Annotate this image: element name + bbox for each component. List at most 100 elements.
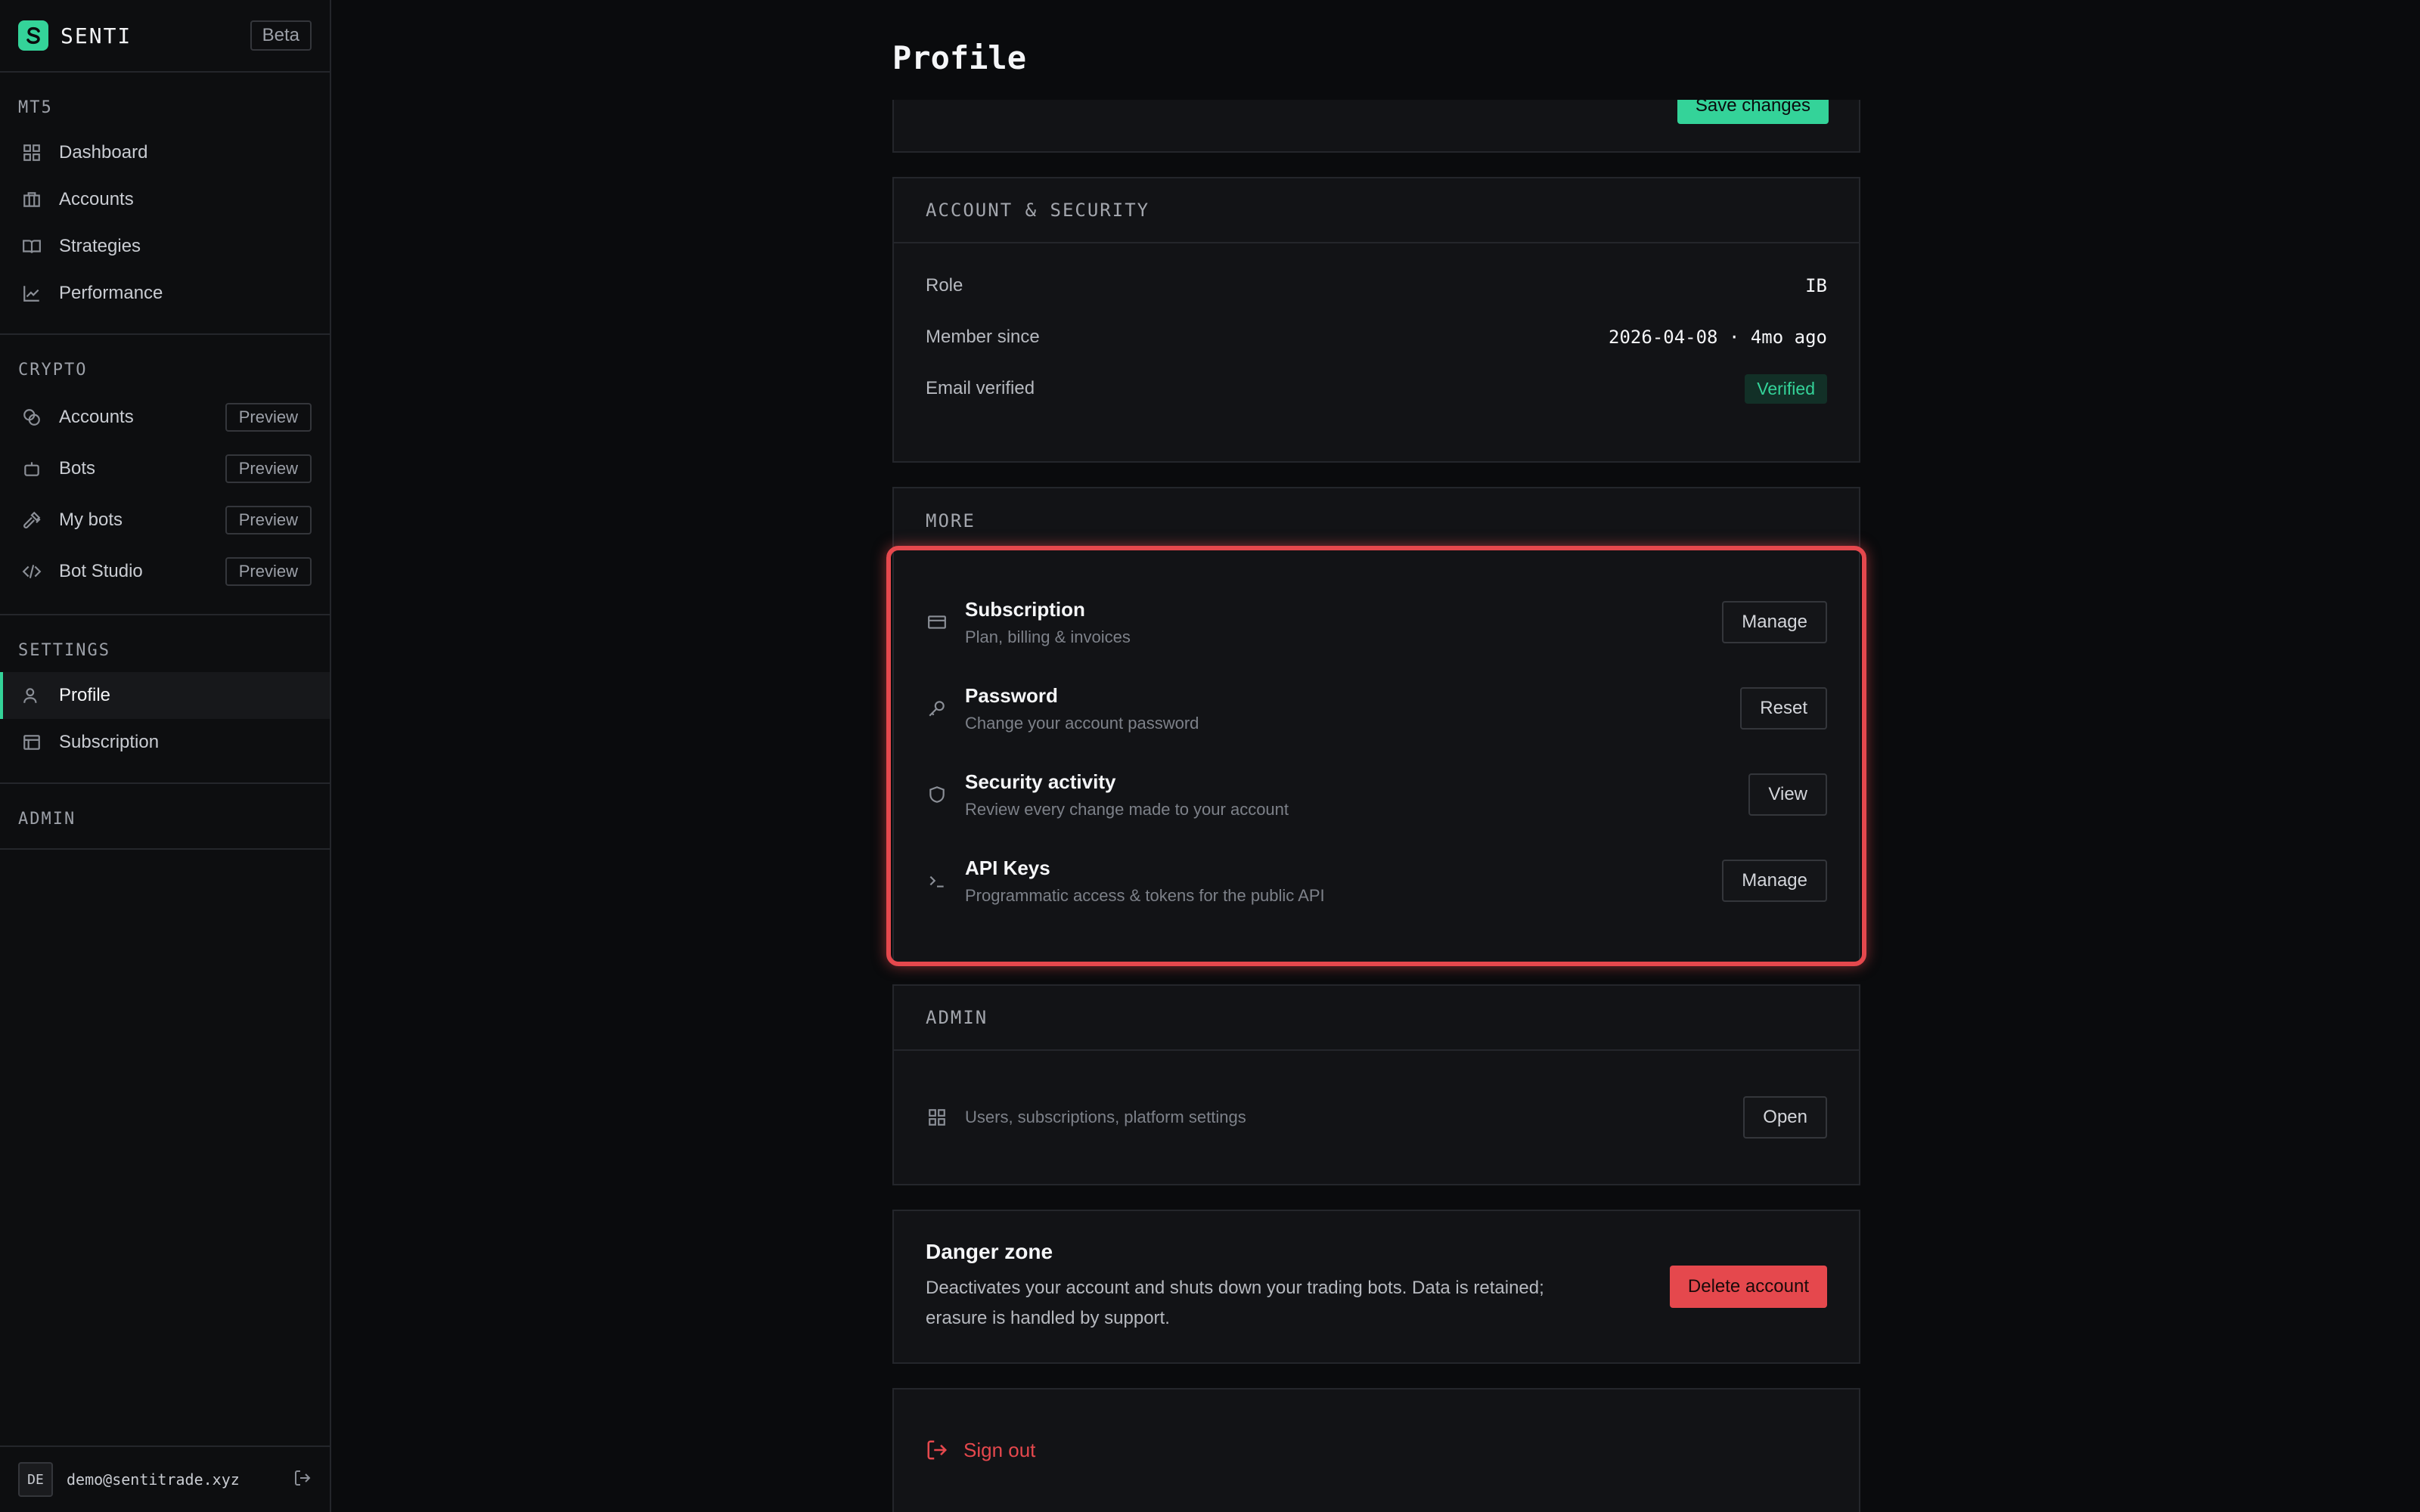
hammer-icon	[21, 510, 42, 531]
briefcase-icon	[21, 189, 42, 210]
more-item-subtitle: Plan, billing & invoices	[965, 627, 1131, 646]
role-row: Role IB	[894, 260, 1859, 311]
admin-card: ADMIN Users, subscriptions, platform set…	[892, 984, 1860, 1185]
email-verified-label: Email verified	[926, 378, 1035, 398]
role-value: IB	[1805, 275, 1827, 296]
preview-chip: Preview	[225, 403, 312, 432]
card-title: ACCOUNT & SECURITY	[894, 178, 1859, 243]
more-item-subtitle: Programmatic access & tokens for the pub…	[965, 885, 1325, 905]
book-icon	[21, 236, 42, 257]
more-item-subscription: Subscription Plan, billing & invoices Ma…	[894, 579, 1859, 665]
manage-subscription-button[interactable]: Manage	[1722, 601, 1827, 643]
nav-section-mt5: MT5 Dashboard Accounts Strategies Perfor…	[0, 73, 330, 335]
danger-zone-description: Deactivates your account and shuts down …	[926, 1278, 1544, 1328]
sidebar-item-dashboard[interactable]: Dashboard	[0, 129, 330, 176]
sidebar-item-accounts[interactable]: Accounts	[0, 176, 330, 223]
sidebar-item-bots[interactable]: Bots Preview	[0, 443, 330, 494]
nav-section-settings: SETTINGS Profile Subscription	[0, 615, 330, 784]
section-title-mt5: MT5	[18, 98, 53, 117]
preview-chip: Preview	[225, 454, 312, 483]
credit-card-icon	[926, 611, 948, 634]
preview-chip: Preview	[225, 506, 312, 534]
nav-section-admin: ADMIN	[0, 784, 330, 850]
senti-logo-icon[interactable]	[18, 20, 48, 51]
more-item-title: Security activity	[965, 770, 1116, 793]
grid-icon	[926, 1106, 948, 1129]
card-title: MORE	[926, 510, 976, 531]
brand-header: SENTI Beta	[0, 0, 330, 73]
key-icon	[926, 697, 948, 720]
email-verified-row: Email verified Verified	[894, 363, 1859, 414]
more-item-title: Subscription	[965, 597, 1085, 621]
sidebar: SENTI Beta MT5 Dashboard Accounts Strate…	[0, 0, 331, 1512]
logout-icon[interactable]	[293, 1469, 312, 1491]
page-title: Profile	[892, 39, 1027, 76]
sidebar-item-label: Strategies	[59, 236, 141, 256]
nav-section-crypto: CRYPTO Accounts Preview Bots Preview My …	[0, 335, 330, 615]
grid-icon	[21, 142, 42, 163]
sign-out-label: Sign out	[963, 1438, 1036, 1461]
sidebar-item-label: Performance	[59, 283, 163, 303]
signout-card: Sign out	[892, 1388, 1860, 1512]
coins-icon	[21, 407, 42, 428]
more-item-title: Password	[965, 683, 1058, 707]
sidebar-item-performance[interactable]: Performance	[0, 270, 330, 317]
avatar[interactable]: DE	[18, 1462, 53, 1497]
more-item-title: API Keys	[965, 856, 1050, 879]
status-badge: Verified	[1745, 373, 1827, 404]
sidebar-item-label: Subscription	[59, 732, 160, 752]
sidebar-item-label: Dashboard	[59, 142, 148, 163]
more-item-subtitle: Change your account password	[965, 713, 1199, 733]
sidebar-item-label: My bots	[59, 510, 123, 530]
brand-name: SENTI	[60, 23, 132, 48]
member-since-value: 2026-04-08 · 4mo ago	[1609, 327, 1827, 348]
section-title-settings: SETTINGS	[18, 641, 110, 660]
role-label: Role	[926, 275, 963, 296]
more-item-subtitle: Review every change made to your account	[965, 799, 1289, 819]
more-card: MORE Subscription Plan, billing & invoic…	[892, 487, 1860, 963]
user-icon	[21, 685, 42, 706]
card-title: ADMIN	[894, 986, 1859, 1051]
sign-out-button[interactable]: Sign out	[894, 1390, 1859, 1510]
view-security-activity-button[interactable]: View	[1748, 773, 1827, 816]
sidebar-item-strategies[interactable]: Strategies	[0, 223, 330, 270]
admin-row: Users, subscriptions, platform settings …	[894, 1051, 1859, 1184]
sidebar-item-my-bots[interactable]: My bots Preview	[0, 494, 330, 546]
reset-password-button[interactable]: Reset	[1740, 687, 1827, 730]
sidebar-item-bot-studio[interactable]: Bot Studio Preview	[0, 546, 330, 597]
beta-badge: Beta	[250, 20, 312, 51]
chart-line-icon	[21, 283, 42, 304]
user-bar: DE demo@sentitrade.xyz	[0, 1445, 330, 1512]
shield-icon	[926, 783, 948, 806]
open-admin-button[interactable]: Open	[1743, 1096, 1827, 1139]
terminal-icon	[926, 869, 948, 892]
preview-chip: Preview	[225, 557, 312, 586]
user-email: demo@sentitrade.xyz	[67, 1470, 240, 1489]
sidebar-item-subscription[interactable]: Subscription	[0, 719, 330, 766]
danger-zone-title: Danger zone	[926, 1240, 1053, 1263]
section-title-admin: ADMIN	[18, 810, 76, 829]
danger-zone-text: Danger zone Deactivates your account and…	[926, 1240, 1591, 1334]
admin-description: Users, subscriptions, platform settings	[965, 1108, 1246, 1126]
bot-icon	[21, 458, 42, 479]
sidebar-item-label: Accounts	[59, 189, 134, 209]
more-item-password: Password Change your account password Re…	[894, 665, 1859, 751]
sidebar-item-profile[interactable]: Profile	[0, 672, 330, 719]
sidebar-item-label: Bots	[59, 458, 96, 479]
sidebar-item-label: Accounts	[59, 407, 134, 427]
delete-account-button[interactable]: Delete account	[1669, 1266, 1827, 1308]
sidebar-item-crypto-accounts[interactable]: Accounts Preview	[0, 392, 330, 443]
more-item-security-activity: Security activity Review every change ma…	[894, 751, 1859, 838]
member-since-row: Member since 2026-04-08 · 4mo ago	[894, 311, 1859, 363]
page-header	[331, 0, 2420, 100]
sign-out-icon	[927, 1440, 948, 1460]
sidebar-item-label: Profile	[59, 685, 111, 705]
danger-zone-card: Danger zone Deactivates your account and…	[892, 1210, 1860, 1364]
code-icon	[21, 561, 42, 582]
member-since-label: Member since	[926, 327, 1040, 347]
manage-api-keys-button[interactable]: Manage	[1722, 860, 1827, 902]
card-icon	[21, 732, 42, 753]
account-security-card: ACCOUNT & SECURITY Role IB Member since …	[892, 177, 1860, 463]
section-title-crypto: CRYPTO	[18, 361, 88, 380]
more-item-api-keys: API Keys Programmatic access & tokens fo…	[894, 838, 1859, 924]
